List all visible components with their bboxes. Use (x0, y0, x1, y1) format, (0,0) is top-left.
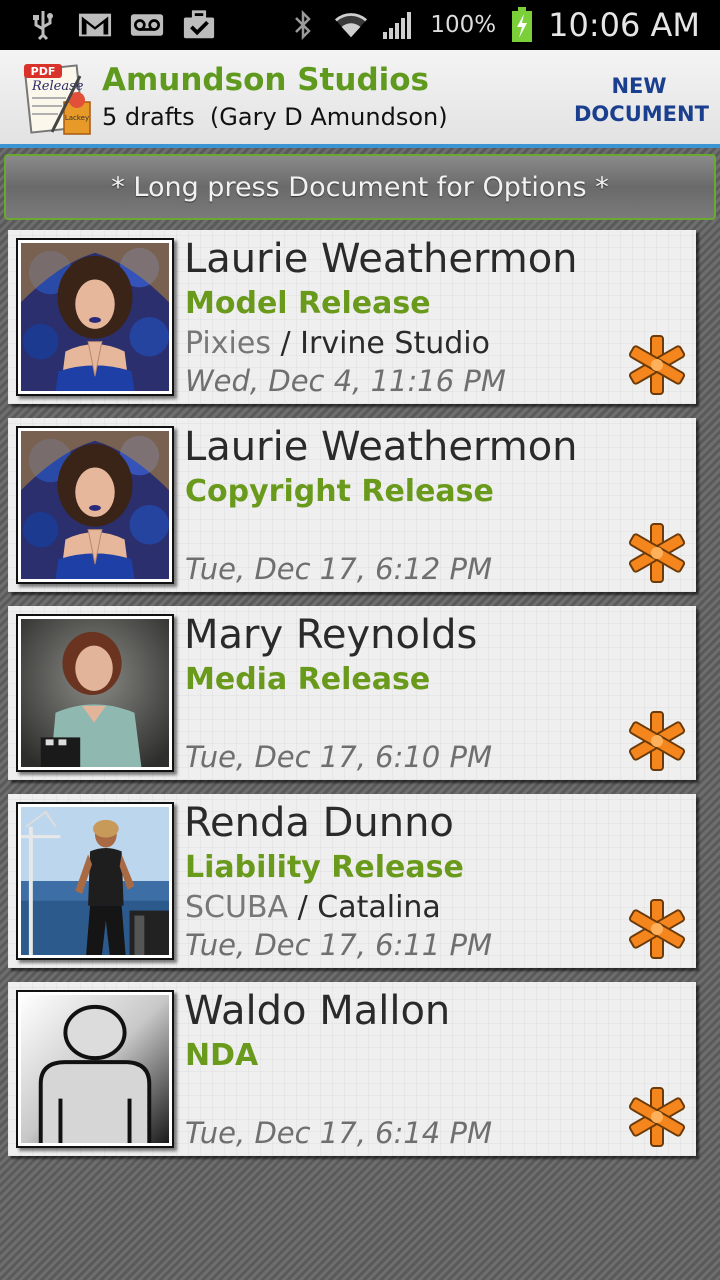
document-item[interactable]: Renda Dunno Liability Release SCUBA / Ca… (8, 794, 696, 968)
app-logo-icon[interactable]: PDF Release Lackey (22, 62, 94, 136)
document-item[interactable]: Laurie Weathermon Copyright Release Tue,… (8, 418, 696, 592)
document-item[interactable]: Waldo Mallon NDA Tue, Dec 17, 6:14 PM (8, 982, 696, 1156)
draft-asterisk-icon (626, 522, 688, 584)
document-type: Liability Release (185, 850, 464, 885)
battery-charging-icon (510, 7, 534, 42)
document-date: Tue, Dec 17, 6:10 PM (185, 740, 492, 774)
document-type: NDA (185, 1038, 259, 1073)
bluetooth-icon (286, 10, 320, 40)
briefcase-check-icon (182, 10, 216, 40)
location-name: Irvine Studio (300, 326, 490, 361)
new-document-button[interactable]: NEW DOCUMENT (574, 72, 709, 128)
contact-thumbnail (16, 426, 174, 584)
contact-thumbnail (16, 802, 174, 960)
woman-on-boat-photo (21, 807, 169, 955)
draft-asterisk-icon (626, 710, 688, 772)
voicemail-icon (130, 10, 164, 40)
detail-separator: / (270, 326, 301, 361)
document-type: Copyright Release (185, 474, 494, 509)
draft-asterisk-icon (626, 898, 688, 960)
new-document-label-line1: NEW (611, 74, 667, 98)
svg-text:PDF: PDF (31, 65, 56, 78)
document-detail: SCUBA / Catalina (185, 890, 441, 925)
document-date: Tue, Dec 17, 6:14 PM (185, 1116, 492, 1150)
contact-name: Renda Dunno (184, 800, 454, 846)
status-bar: 100% 10:06 AM (0, 0, 720, 50)
new-document-label-line2: DOCUMENT (574, 102, 709, 126)
document-type: Model Release (185, 286, 431, 321)
contact-name: Laurie Weathermon (184, 424, 578, 470)
document-item[interactable]: Mary Reynolds Media Release Tue, Dec 17,… (8, 606, 696, 780)
contact-thumbnail (16, 614, 174, 772)
document-type: Media Release (185, 662, 431, 697)
woman-dark-hair-portrait (21, 243, 169, 391)
detail-separator: / (288, 890, 318, 925)
draft-asterisk-icon (626, 1086, 688, 1148)
document-item[interactable]: Laurie Weathermon Model Release Pixies /… (8, 230, 696, 404)
document-date: Tue, Dec 17, 6:12 PM (185, 552, 492, 586)
contact-name: Waldo Mallon (184, 988, 451, 1034)
usb-icon (26, 10, 60, 41)
document-date: Wed, Dec 4, 11:16 PM (185, 364, 506, 398)
contact-thumbnail (16, 990, 174, 1148)
woman-dark-hair-portrait (21, 431, 169, 579)
action-bar: PDF Release Lackey Amundson Studios 5 dr… (0, 50, 720, 148)
signal-icon (382, 10, 416, 40)
battery-percent: 100% (430, 12, 497, 38)
document-detail: Pixies / Irvine Studio (185, 326, 490, 361)
woman-red-hair-portrait (21, 619, 169, 767)
wifi-icon (334, 10, 368, 40)
clock: 10:06 AM (548, 6, 700, 44)
location-name: Catalina (317, 890, 441, 925)
contact-thumbnail (16, 238, 174, 396)
long-press-hint: * Long press Document for Options * (4, 154, 716, 220)
document-date: Tue, Dec 17, 6:11 PM (185, 928, 492, 962)
gmail-icon (78, 10, 112, 40)
contact-name: Mary Reynolds (184, 612, 478, 658)
svg-text:Lackey: Lackey (65, 114, 89, 122)
app-title: Amundson Studios (102, 62, 430, 98)
project-name: SCUBA (185, 890, 289, 925)
contact-name: Laurie Weathermon (184, 236, 578, 282)
placeholder-person-silhouette (21, 995, 169, 1143)
project-name: Pixies (185, 326, 271, 361)
draft-asterisk-icon (626, 334, 688, 396)
drafts-count: 5 drafts (Gary D Amundson) (102, 103, 448, 131)
